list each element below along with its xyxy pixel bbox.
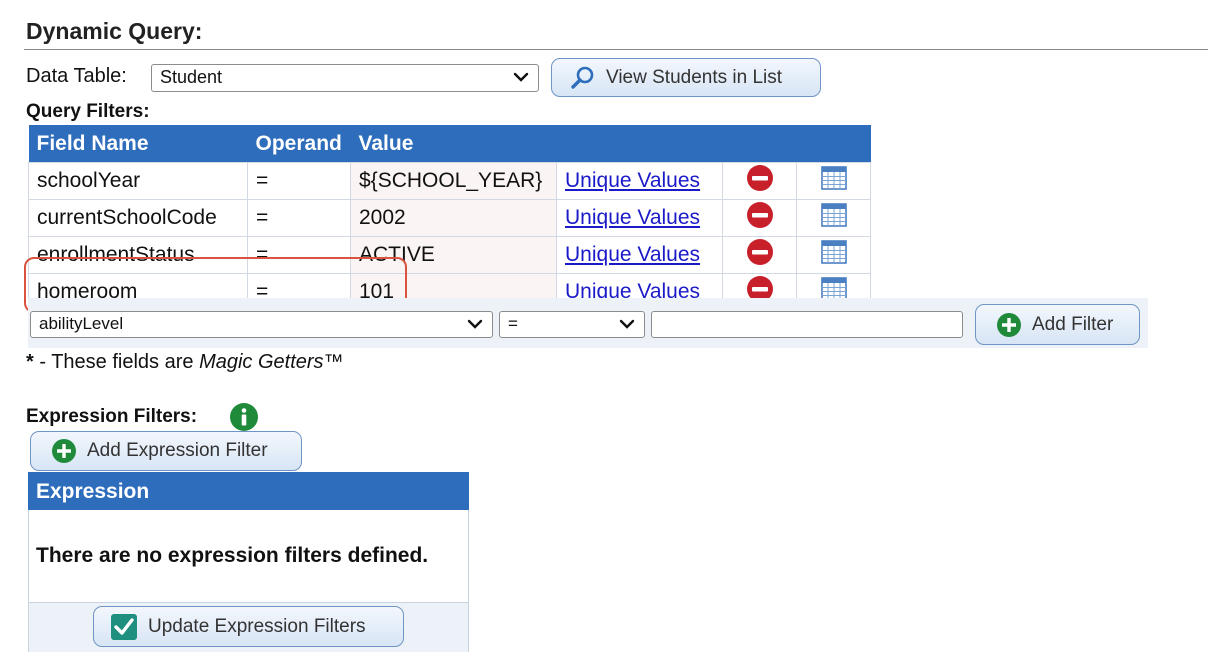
unique-values-link[interactable]: Unique Values	[565, 169, 700, 192]
column-header-operand: Operand	[247, 125, 351, 163]
page-title: Dynamic Query:	[26, 18, 203, 44]
checkmark-icon	[110, 613, 138, 641]
delete-filter-button[interactable]	[722, 236, 797, 274]
view-students-label: View Students in List	[606, 66, 783, 88]
chevron-down-icon	[618, 315, 636, 338]
add-expression-filter-button[interactable]: Add Expression Filter	[30, 431, 302, 471]
expression-column-header: Expression	[28, 472, 469, 510]
delete-icon	[745, 165, 775, 198]
table-header-row: Field Name Operand Value	[28, 125, 871, 163]
unique-values-link[interactable]: Unique Values	[565, 206, 700, 229]
table-list-icon	[820, 240, 848, 271]
data-table-select-value: Student	[160, 67, 223, 87]
query-filters-label: Query Filters:	[26, 101, 150, 122]
column-header-values-list	[796, 125, 871, 163]
update-expression-filters-button[interactable]: Update Expression Filters	[93, 606, 404, 647]
update-expression-filters-label: Update Expression Filters	[148, 615, 366, 637]
footnote-em: Magic Getters	[199, 351, 324, 373]
new-filter-operand-value: =	[508, 314, 518, 333]
new-filter-field-value: abilityLevel	[39, 314, 124, 333]
new-filter-operand-select[interactable]: =	[499, 311, 645, 338]
view-students-button[interactable]: View Students in List	[551, 58, 821, 97]
expression-filters-label: Expression Filters:	[26, 406, 198, 427]
footnote-star: *	[26, 351, 34, 373]
chevron-down-icon	[512, 68, 530, 91]
data-table-label: Data Table:	[26, 65, 127, 87]
operand-cell: =	[247, 162, 351, 200]
new-filter-field-select[interactable]: abilityLevel	[30, 311, 493, 338]
data-table-select[interactable]: Student	[151, 64, 539, 92]
title-divider	[24, 49, 1208, 50]
field-name-cell: schoolYear	[28, 162, 248, 200]
add-expression-filter-label: Add Expression Filter	[87, 440, 268, 461]
delete-filter-button[interactable]	[722, 162, 797, 200]
values-list-button[interactable]	[796, 236, 871, 274]
operand-cell: =	[247, 199, 351, 237]
unique-values-link[interactable]: Unique Values	[565, 243, 700, 266]
empty-expression-message: There are no expression filters defined.	[36, 544, 429, 567]
plus-circle-icon	[996, 312, 1022, 338]
add-filter-label: Add Filter	[1032, 313, 1114, 335]
magic-getters-footnote: * - These fields are Magic Getters™	[26, 351, 344, 374]
footnote-tm: ™	[323, 351, 344, 373]
new-filter-value-input[interactable]	[651, 311, 963, 338]
chevron-down-icon	[466, 315, 484, 338]
plus-circle-icon	[51, 438, 77, 464]
table-row: schoolYear = ${SCHOOL_YEAR} Unique Value…	[28, 162, 871, 200]
value-cell: 2002	[350, 199, 557, 237]
value-cell: ${SCHOOL_YEAR}	[350, 162, 557, 200]
add-filter-button[interactable]: Add Filter	[975, 304, 1140, 345]
delete-filter-button[interactable]	[722, 199, 797, 237]
delete-icon	[745, 202, 775, 235]
values-list-button[interactable]	[796, 162, 871, 200]
column-header-field-name: Field Name	[28, 125, 248, 163]
footnote-text: - These fields are	[33, 351, 200, 373]
magnifier-icon	[570, 65, 596, 91]
table-list-icon	[820, 203, 848, 234]
table-row: currentSchoolCode = 2002 Unique Values	[28, 199, 871, 237]
column-header-value: Value	[350, 125, 557, 163]
delete-icon	[745, 239, 775, 272]
column-header-delete	[722, 125, 797, 163]
field-name-cell: currentSchoolCode	[28, 199, 248, 237]
table-list-icon	[820, 166, 848, 197]
column-header-link	[556, 125, 723, 163]
values-list-button[interactable]	[796, 199, 871, 237]
